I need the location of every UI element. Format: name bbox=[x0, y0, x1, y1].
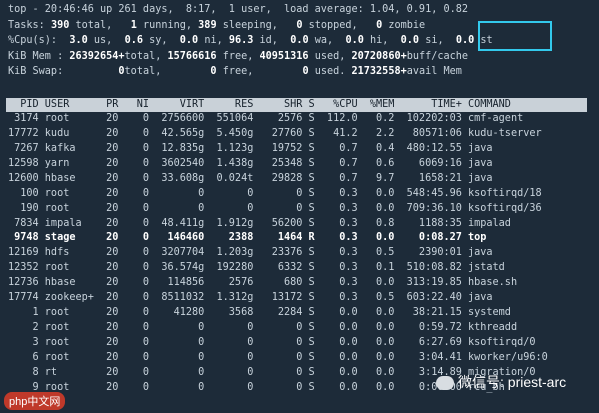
tasks-running-label: running, bbox=[136, 19, 199, 31]
tasks-stopped-label: stopped, bbox=[302, 19, 377, 31]
process-row: 100 root 20 0 0 0 0 S 0.3 0.0 548:45.96 … bbox=[8, 187, 542, 199]
cpu-hi: 0.0 bbox=[345, 35, 364, 47]
cpu-id-label: id, bbox=[253, 35, 291, 47]
swap-free-label: free, bbox=[216, 66, 303, 78]
cpu-st: 0.0 bbox=[455, 35, 475, 47]
swap-label: KiB Swap: bbox=[8, 66, 70, 78]
cpu-wa-label: wa, bbox=[308, 35, 346, 47]
process-table-header: PID USER PR NI VIRT RES SHR S %CPU %MEM … bbox=[6, 97, 587, 112]
swap-total: 0 bbox=[69, 66, 125, 78]
swap-avail-label: avail Mem bbox=[406, 66, 462, 78]
terminal: top - 20:46:46 up 261 days, 8:17, 1 user… bbox=[6, 2, 599, 396]
st-highlight-box bbox=[478, 21, 552, 51]
process-row: 17772 kudu 20 0 42.565g 5.450g 27760 S 4… bbox=[8, 127, 542, 139]
cpu-ni-label: ni, bbox=[198, 35, 229, 47]
process-row: 1 root 20 0 41280 3568 2284 S 0.0 0.0 38… bbox=[8, 307, 511, 319]
cpu-ni: 0.0 bbox=[179, 35, 199, 47]
process-row: 3174 root 20 0 2756600 551064 2576 S 112… bbox=[8, 112, 524, 124]
process-row: 6 root 20 0 0 0 0 S 0.0 0.0 3:04.41 kwor… bbox=[8, 351, 548, 363]
cpu-si: 0.0 bbox=[400, 35, 420, 47]
tasks-sleeping-label: sleeping, bbox=[216, 19, 297, 31]
process-row: 12598 yarn 20 0 3602540 1.438g 25348 S 0… bbox=[8, 157, 493, 169]
tasks-total: 390 bbox=[50, 19, 70, 31]
cpu-sy-label: sy, bbox=[142, 35, 180, 47]
mem-buff: 20720860+ bbox=[351, 50, 407, 62]
process-row: 12736 hbase 20 0 114856 2576 680 S 0.3 0… bbox=[8, 277, 518, 289]
cpu-sy: 0.6 bbox=[124, 35, 143, 47]
process-row: 17774 zookeep+ 20 0 8511032 1.312g 13172… bbox=[8, 292, 493, 304]
swap-avail: 21732558+ bbox=[351, 66, 407, 78]
uptime-line: top - 20:46:46 up 261 days, 8:17, 1 user… bbox=[8, 4, 469, 15]
wechat-watermark: 微信号: priest-arc bbox=[436, 372, 566, 392]
process-row: 2 root 20 0 0 0 0 S 0.0 0.0 0:59.72 kthr… bbox=[8, 322, 518, 334]
process-row: 190 root 20 0 0 0 0 S 0.3 0.0 709:36.10 … bbox=[8, 202, 542, 214]
cpu-wa: 0.0 bbox=[290, 35, 309, 47]
wechat-watermark-text: 微信号: priest-arc bbox=[458, 374, 567, 390]
swap-line: KiB Swap: 0total, 0 free, 0 used. 217325… bbox=[8, 64, 599, 80]
mem-total: 26392654+ bbox=[69, 50, 125, 62]
mem-free: 15766616 bbox=[167, 50, 217, 62]
mem-buff-label: buff/cache bbox=[406, 50, 469, 62]
mem-free-label: free, bbox=[216, 50, 260, 62]
site-watermark: php中文网 bbox=[4, 392, 66, 410]
swap-used-label: used. bbox=[308, 66, 352, 78]
process-table: 3174 root 20 0 2756600 551064 2576 S 112… bbox=[8, 112, 599, 396]
process-row: 7267 kafka 20 0 12.835g 1.123g 19752 S 0… bbox=[8, 142, 493, 154]
tasks-sleeping: 389 bbox=[198, 19, 217, 31]
cpu-hi-label: hi, bbox=[363, 35, 401, 47]
swap-total-label: total, bbox=[124, 66, 211, 78]
mem-total-label: total, bbox=[124, 50, 168, 62]
process-row: 3 root 20 0 0 0 0 S 0.0 0.0 6:27.69 ksof… bbox=[8, 337, 536, 349]
wechat-logo-icon bbox=[436, 376, 454, 391]
cpu-us-label: us, bbox=[87, 35, 125, 47]
mem-label: KiB Mem : bbox=[8, 50, 70, 62]
cpu-label: %Cpu(s): bbox=[8, 35, 64, 47]
mem-line: KiB Mem : 26392654+total, 15766616 free,… bbox=[8, 49, 599, 65]
cpu-si-label: si, bbox=[419, 35, 456, 47]
cpu-id: 96.3 bbox=[228, 35, 254, 47]
tasks-zombie-label: zombie bbox=[382, 19, 426, 31]
tasks-total-label: total, bbox=[69, 19, 131, 31]
cpu-us: 3.0 bbox=[63, 35, 88, 47]
process-row: 9748 stage 20 0 146460 2388 1464 R 0.3 0… bbox=[8, 232, 487, 244]
tasks-label: Tasks: bbox=[8, 19, 51, 31]
process-row: 12352 root 20 0 36.574g 192280 6332 S 0.… bbox=[8, 262, 505, 274]
process-row: 12600 hbase 20 0 33.608g 0.024t 29828 S … bbox=[8, 172, 493, 184]
process-row: 7834 impala 20 0 48.411g 1.912g 56200 S … bbox=[8, 217, 511, 229]
mem-used-label: used, bbox=[308, 50, 352, 62]
mem-used: 40951316 bbox=[259, 50, 309, 62]
process-row: 12169 hdfs 20 0 3207704 1.203g 23376 S 0… bbox=[8, 247, 493, 259]
